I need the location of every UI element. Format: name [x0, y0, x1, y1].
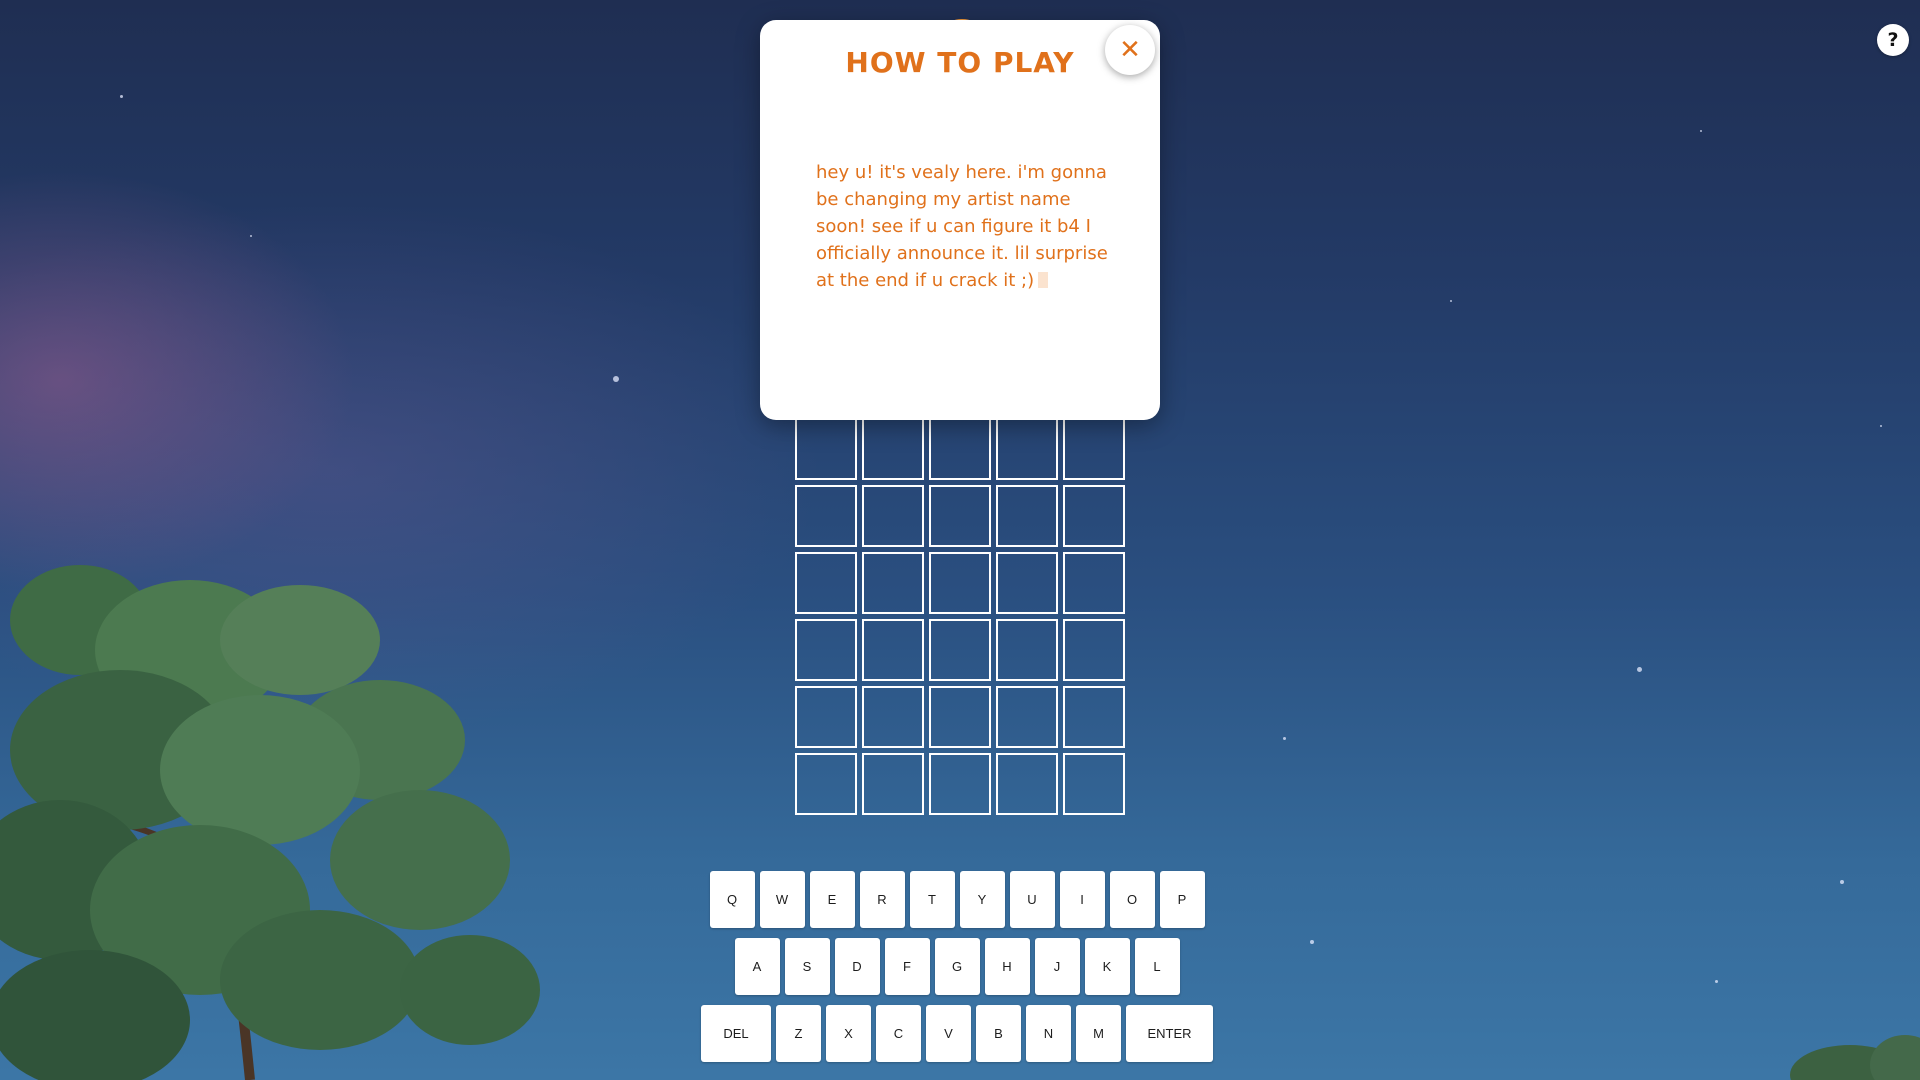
letter-tile — [996, 686, 1058, 748]
key-n[interactable]: N — [1026, 1005, 1071, 1062]
star — [1637, 667, 1642, 672]
star — [1880, 425, 1882, 427]
key-d[interactable]: D — [834, 938, 880, 995]
how-to-play-modal: HOW TO PLAY hey u! it's vealy here. i'm … — [760, 20, 1160, 420]
letter-tile — [862, 552, 924, 614]
star — [1715, 980, 1718, 983]
letter-tile — [795, 485, 857, 547]
key-k[interactable]: K — [1084, 938, 1130, 995]
help-button[interactable]: ? — [1877, 24, 1909, 56]
star — [1840, 880, 1844, 884]
keyboard-row: ASDFGHJKL — [709, 938, 1205, 995]
letter-grid — [795, 418, 1125, 815]
letter-tile — [996, 552, 1058, 614]
star — [1450, 300, 1452, 302]
letter-tile — [996, 619, 1058, 681]
game-background: ? Q W E R T Y U I O P A S D F G H J K L DEL Z X C V B N M ENTER HOW… — [0, 0, 1920, 1080]
tree-foliage-image — [0, 565, 540, 1080]
key-f[interactable]: F — [884, 938, 930, 995]
key-y[interactable]: Y — [959, 871, 1005, 928]
question-mark-icon: ? — [1887, 29, 1899, 51]
key-z[interactable]: Z — [776, 1005, 821, 1062]
key-a[interactable]: A — [734, 938, 780, 995]
key-r[interactable]: R — [859, 871, 905, 928]
key-m[interactable]: M — [1076, 1005, 1121, 1062]
letter-tile — [929, 686, 991, 748]
key-enter[interactable]: ENTER — [1126, 1005, 1213, 1062]
star — [1310, 940, 1314, 944]
on-screen-keyboard: Q W E R T Y U I O P A S D F G H J K L DEL Z X C V B N M ENTER — [701, 871, 1213, 1072]
key-c[interactable]: C — [876, 1005, 921, 1062]
key-u[interactable]: U — [1009, 871, 1055, 928]
letter-tile — [929, 418, 991, 480]
key-b[interactable]: B — [976, 1005, 1021, 1062]
letter-tile — [795, 552, 857, 614]
star — [1283, 737, 1286, 740]
close-modal-button[interactable]: ✕ — [1105, 25, 1155, 75]
letter-tile — [795, 418, 857, 480]
star — [613, 376, 619, 382]
star — [250, 235, 252, 237]
letter-tile — [929, 619, 991, 681]
key-p[interactable]: P — [1159, 871, 1205, 928]
star — [1700, 130, 1702, 132]
key-v[interactable]: V — [926, 1005, 971, 1062]
key-e[interactable]: E — [809, 871, 855, 928]
letter-tile — [795, 686, 857, 748]
letter-tile — [996, 485, 1058, 547]
key-l[interactable]: L — [1134, 938, 1180, 995]
star — [120, 95, 123, 98]
letter-tile — [862, 686, 924, 748]
tree-foliage-image — [1790, 1035, 1920, 1080]
letter-tile — [1063, 753, 1125, 815]
letter-tile — [929, 552, 991, 614]
key-t[interactable]: T — [909, 871, 955, 928]
letter-tile — [862, 485, 924, 547]
close-icon: ✕ — [1119, 35, 1141, 65]
letter-tile — [996, 753, 1058, 815]
modal-body-text: hey u! it's vealy here. i'm gonna be cha… — [816, 162, 1108, 291]
keyboard-row: DEL Z X C V B N M ENTER — [701, 1005, 1213, 1062]
key-x[interactable]: X — [826, 1005, 871, 1062]
text-cursor — [1038, 272, 1049, 288]
letter-tile — [1063, 485, 1125, 547]
letter-tile — [795, 619, 857, 681]
modal-title: HOW TO PLAY — [845, 46, 1075, 79]
letter-tile — [862, 418, 924, 480]
letter-tile — [1063, 686, 1125, 748]
letter-tile — [1063, 619, 1125, 681]
letter-tile — [996, 418, 1058, 480]
letter-tile — [795, 753, 857, 815]
letter-tile — [862, 753, 924, 815]
key-h[interactable]: H — [984, 938, 1030, 995]
key-s[interactable]: S — [784, 938, 830, 995]
keyboard-row: QWERTYUIOP — [709, 871, 1205, 928]
key-j[interactable]: J — [1034, 938, 1080, 995]
key-q[interactable]: Q — [709, 871, 755, 928]
key-del[interactable]: DEL — [701, 1005, 771, 1062]
letter-tile — [862, 619, 924, 681]
letter-tile — [1063, 552, 1125, 614]
key-i[interactable]: I — [1059, 871, 1105, 928]
letter-tile — [1063, 418, 1125, 480]
letter-tile — [929, 485, 991, 547]
letter-tile — [929, 753, 991, 815]
key-o[interactable]: O — [1109, 871, 1155, 928]
key-w[interactable]: W — [759, 871, 805, 928]
key-g[interactable]: G — [934, 938, 980, 995]
